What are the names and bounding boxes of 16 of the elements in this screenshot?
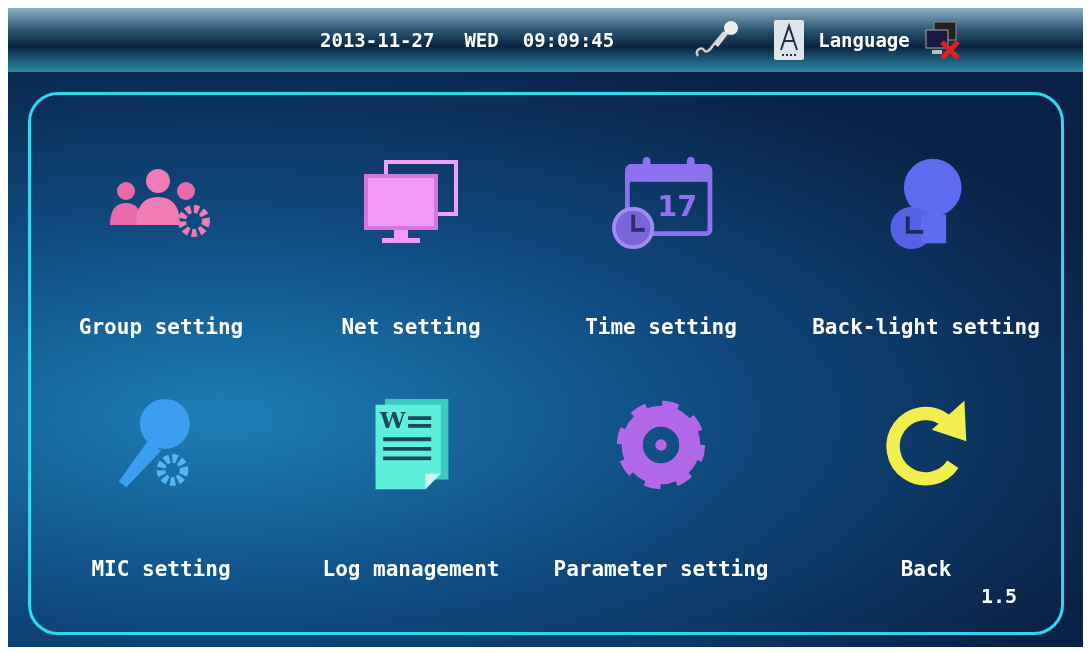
menu-item-label[interactable]: Log management: [322, 557, 500, 581]
language-label[interactable]: Language: [818, 29, 910, 51]
document-letter-text: W: [379, 405, 406, 433]
menu-item-label[interactable]: Back: [900, 557, 952, 581]
menu-item-label[interactable]: Group setting: [78, 315, 244, 339]
menu-item-label[interactable]: Net setting: [341, 315, 481, 339]
font-icon[interactable]: [774, 20, 805, 60]
menu-item-label[interactable]: MIC setting: [91, 557, 231, 581]
version-text: 1.5: [980, 584, 1017, 608]
menu-item-label[interactable]: Parameter setting: [553, 557, 769, 581]
calendar-day-text: 17: [657, 189, 698, 224]
weekday-text: WED: [464, 29, 499, 51]
menu-item-label[interactable]: Back-light setting: [812, 315, 1040, 339]
menu-item-label[interactable]: Time setting: [585, 315, 737, 339]
date-text: 2013-11-27: [320, 29, 435, 51]
time-text: 09:09:45: [522, 29, 615, 51]
